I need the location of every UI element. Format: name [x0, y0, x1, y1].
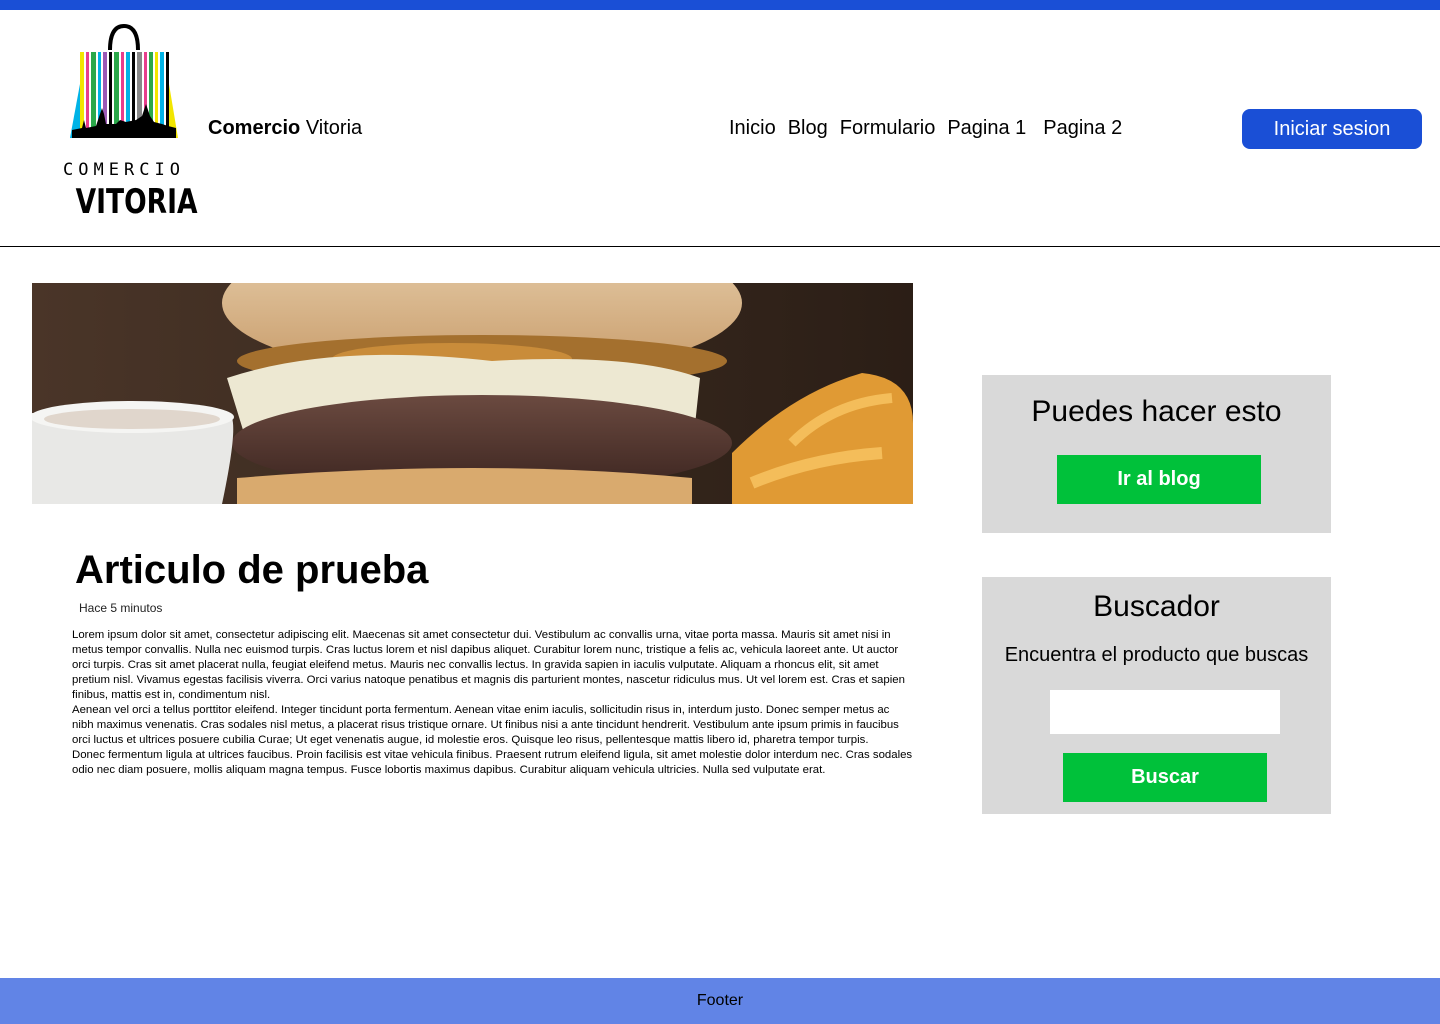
- nav-link-inicio[interactable]: Inicio: [729, 117, 776, 140]
- article-body: Lorem ipsum dolor sit amet, consectetur …: [72, 628, 914, 778]
- article-hero-image: [32, 283, 913, 504]
- main-nav: Inicio Blog Formulario Pagina 1 Pagina 2: [729, 117, 1134, 140]
- brand-name-regular: Vitoria: [305, 117, 363, 139]
- nav-link-blog[interactable]: Blog: [788, 117, 828, 140]
- sidebar-card-actions: Puedes hacer esto Ir al blog: [982, 375, 1331, 533]
- shopping-bag-icon: [70, 24, 178, 138]
- brand-name-bold: Comercio: [208, 117, 301, 139]
- site-header: COMERCIO VITORIA Comercio Vitoria Inicio…: [0, 10, 1440, 247]
- card-title: Buscador: [1093, 590, 1220, 623]
- footer-text: Footer: [696, 992, 744, 1009]
- card-subtitle: Encuentra el producto que buscas: [1004, 644, 1309, 666]
- card-title: Puedes hacer esto: [1031, 395, 1282, 428]
- comercio-vitoria-logo[interactable]: COMERCIO VITORIA: [62, 24, 198, 224]
- go-to-blog-button[interactable]: Ir al blog: [1057, 455, 1261, 504]
- brand-name: Comercio Vitoria: [208, 117, 362, 140]
- logo-text-comercio: COMERCIO: [63, 160, 185, 180]
- article-title: Articulo de prueba: [75, 548, 429, 592]
- nav-link-pagina-2[interactable]: Pagina 2: [1043, 117, 1122, 140]
- search-button[interactable]: Buscar: [1063, 753, 1267, 802]
- burger-photo: [32, 283, 913, 504]
- site-footer: Footer: [0, 978, 1440, 1024]
- article-timestamp: Hace 5 minutos: [79, 601, 163, 615]
- sidebar-card-search: Buscador Encuentra el producto que busca…: [982, 577, 1331, 814]
- article-paragraph: Lorem ipsum dolor sit amet, consectetur …: [72, 629, 905, 701]
- nav-link-formulario[interactable]: Formulario: [840, 117, 936, 140]
- search-input[interactable]: [1050, 690, 1280, 734]
- login-button[interactable]: Iniciar sesion: [1242, 109, 1422, 149]
- nav-link-pagina-1[interactable]: Pagina 1: [947, 117, 1026, 140]
- logo-text-vitoria: VITORIA: [75, 182, 198, 222]
- top-accent-bar: [0, 0, 1440, 10]
- article-paragraph: Donec fermentum ligula at ultrices fauci…: [72, 749, 913, 776]
- article-paragraph: Aenean vel orci a tellus porttitor eleif…: [72, 704, 899, 746]
